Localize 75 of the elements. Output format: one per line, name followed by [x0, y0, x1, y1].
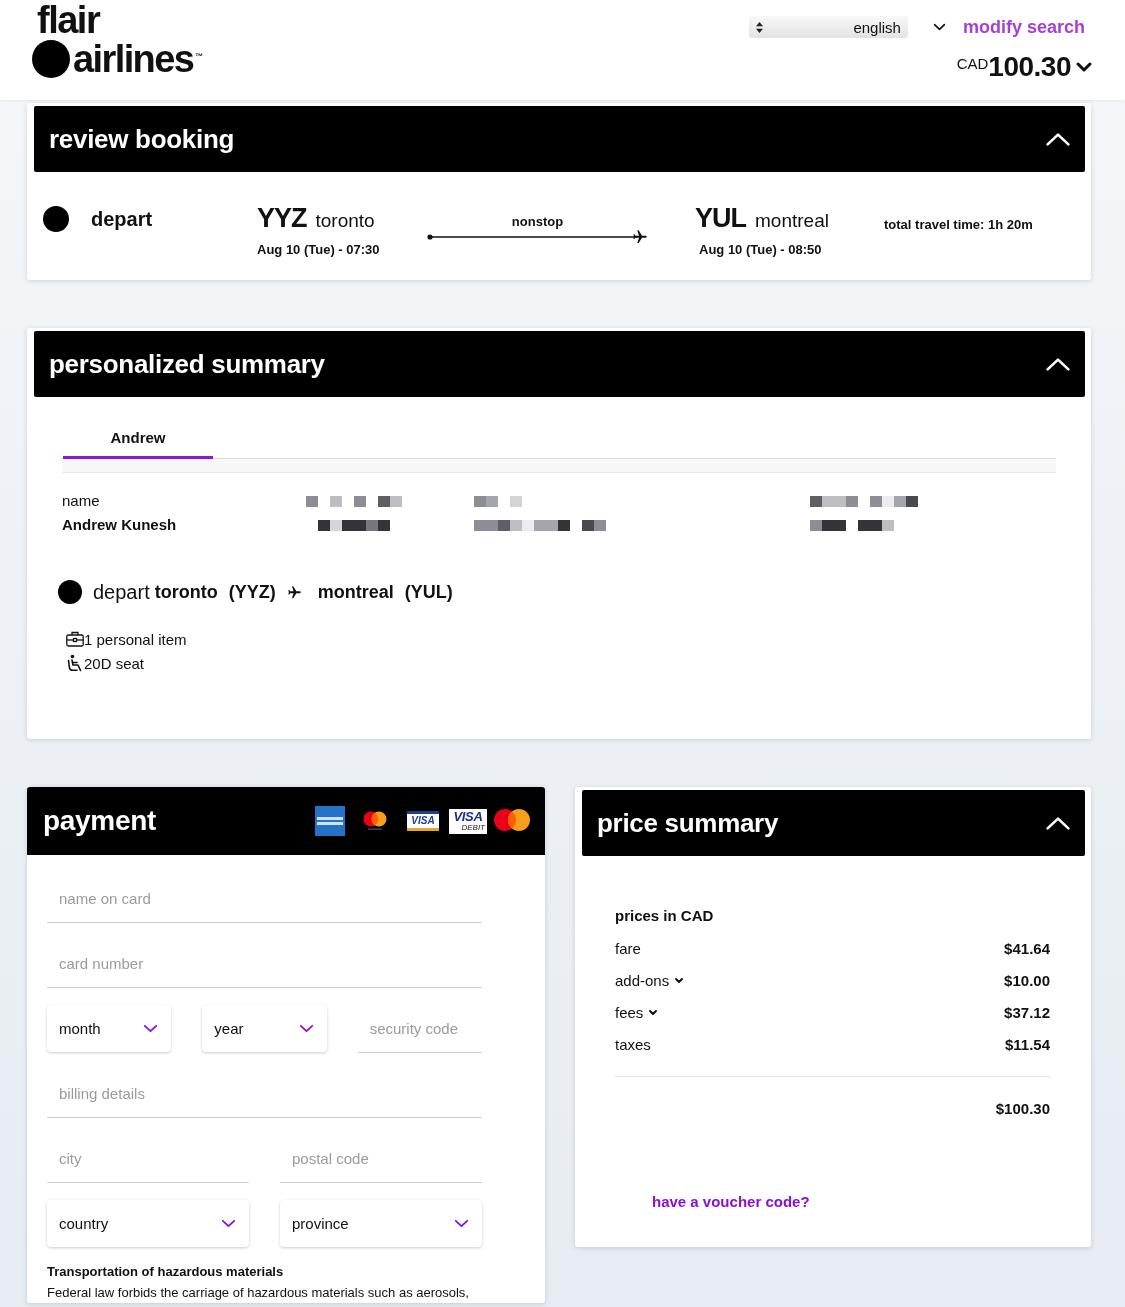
- dot-icon: [58, 580, 82, 604]
- modify-search-link[interactable]: modify search: [962, 16, 1085, 38]
- airport-code: YYZ: [257, 203, 307, 233]
- dropdown-field[interactable]: month: [47, 1005, 172, 1052]
- travel-time: total travel time: 1h 20m: [884, 217, 1033, 233]
- currency-note: prices in CAD: [615, 906, 715, 926]
- section-title: personalized summary: [49, 349, 326, 379]
- chevron-down-icon: [298, 1024, 314, 1033]
- plane-icon: [286, 584, 302, 600]
- dropdown-field[interactable]: country: [47, 1200, 249, 1247]
- city-name: montreal: [755, 209, 829, 233]
- stops-label: nonstop: [511, 215, 564, 229]
- sort-arrows-icon: [755, 21, 763, 33]
- text-field[interactable]: security code: [357, 1005, 482, 1053]
- section-title: price summary: [597, 808, 780, 838]
- price-label: add-ons: [615, 971, 670, 989]
- card-logo-icon: [362, 811, 388, 831]
- price-amount: $41.64: [1004, 939, 1050, 957]
- extra-item-text: 1 personal item: [84, 630, 187, 648]
- chevron-up-icon[interactable]: [1045, 815, 1071, 831]
- price-amount: $37.12: [1004, 1003, 1050, 1021]
- logo-text: flair: [37, 2, 100, 39]
- departure-time: Aug 10 (Tue) - 07:30: [257, 242, 381, 258]
- text-field[interactable]: postal code: [280, 1135, 482, 1183]
- chevron-down-icon[interactable]: [1075, 61, 1093, 73]
- section-title: review booking: [49, 124, 236, 154]
- voucher-link[interactable]: have a voucher code?: [652, 1193, 810, 1210]
- chevron-up-icon[interactable]: [1045, 131, 1071, 147]
- arrival-time: Aug 10 (Tue) - 08:50: [699, 242, 823, 258]
- chevron-down-icon[interactable]: [674, 976, 685, 984]
- direction-label: depart: [91, 207, 154, 231]
- chevron-down-icon[interactable]: [932, 23, 946, 31]
- logo-text: airlines: [73, 39, 194, 79]
- chevron-down-icon: [454, 1219, 469, 1228]
- extra-item-text: 20D seat: [84, 654, 145, 672]
- price-label: fare: [615, 939, 641, 957]
- card-logo: VISA DEBIT: [449, 808, 487, 834]
- text-field[interactable]: name on card: [47, 875, 482, 923]
- card-logo-icon: [494, 809, 530, 833]
- price-amount: $11.54: [1004, 1035, 1050, 1053]
- notice-text: Federal law forbids the carriage of hazardous materials such as aerosols,: [47, 1284, 470, 1302]
- airport-code: (YYZ): [228, 581, 276, 603]
- city-name: montreal: [317, 581, 394, 603]
- dot-icon: [43, 206, 69, 232]
- city-name: toronto: [154, 581, 218, 603]
- price-label: taxes: [615, 1035, 651, 1053]
- trademark-mark: ™: [195, 52, 204, 61]
- price-label: fees: [615, 1003, 644, 1021]
- chevron-down-icon: [143, 1024, 159, 1033]
- seat-icon: [66, 654, 84, 672]
- airport-code: (YUL): [404, 581, 453, 603]
- total-amount: $100.30: [995, 1100, 1050, 1117]
- card-logo-icon: [315, 806, 345, 836]
- direction-label: depart: [93, 580, 150, 604]
- dropdown-field[interactable]: province: [280, 1200, 482, 1247]
- chevron-down-icon[interactable]: [648, 1008, 659, 1016]
- currency-label: CAD: [956, 55, 989, 72]
- notice-title: Transportation of hazardous materials: [47, 1264, 285, 1280]
- card-logo: VISA: [407, 811, 439, 831]
- text-field[interactable]: city: [47, 1135, 249, 1183]
- text-field[interactable]: billing details: [47, 1070, 482, 1118]
- dropdown-field[interactable]: year: [202, 1005, 327, 1052]
- chevron-down-icon: [221, 1219, 236, 1228]
- language-select[interactable]: english: [748, 16, 908, 38]
- briefcase-icon: [66, 631, 84, 647]
- total-price: 100.30: [988, 51, 1071, 83]
- section-title: payment: [43, 806, 158, 836]
- text-field[interactable]: card number: [47, 940, 482, 988]
- field-label: name: [62, 491, 100, 511]
- city-name: toronto: [315, 209, 375, 233]
- price-amount: $10.00: [1004, 971, 1050, 989]
- chevron-up-icon[interactable]: [1045, 356, 1071, 372]
- airport-code: YUL: [695, 203, 746, 233]
- passenger-name: Andrew Kunesh: [62, 515, 177, 535]
- logo-dot-icon: [32, 40, 70, 78]
